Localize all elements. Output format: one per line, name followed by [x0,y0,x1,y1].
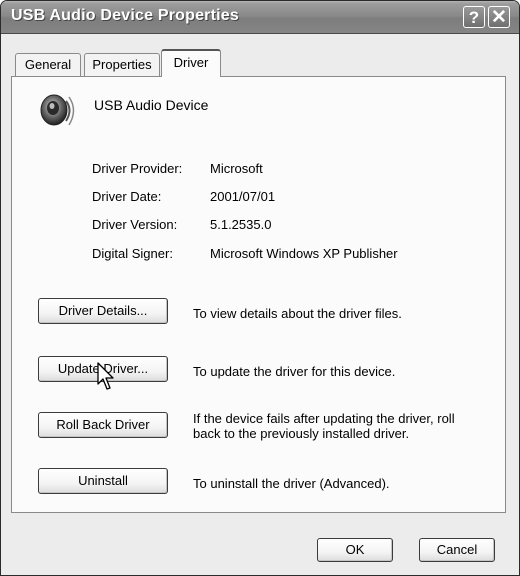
cancel-button[interactable]: Cancel [419,538,495,562]
mouse-cursor-icon [97,362,114,390]
driver-details-description: To view details about the driver files. [193,306,402,321]
device-name: USB Audio Device [94,97,209,113]
tab-driver[interactable]: Driver [161,49,221,77]
uninstall-description: To uninstall the driver (Advanced). [193,476,390,491]
ok-button[interactable]: OK [317,538,393,562]
window-title: USB Audio Device Properties [11,7,239,24]
title-bar[interactable]: USB Audio Device Properties ? ✕ [1,1,519,34]
tab-properties[interactable]: Properties [84,53,160,76]
close-button[interactable]: ✕ [488,6,510,28]
help-button[interactable]: ? [463,6,485,28]
roll-back-driver-button[interactable]: Roll Back Driver [38,412,168,438]
driver-version-value: 5.1.2535.0 [210,217,272,232]
driver-provider-label: Driver Provider: [92,161,183,176]
speaker-icon [40,94,75,126]
driver-provider-value: Microsoft [210,161,263,176]
roll-back-driver-description: If the device fails after updating the d… [193,411,455,441]
tab-general[interactable]: General [15,53,81,76]
driver-date-label: Driver Date: [92,189,162,204]
uninstall-button[interactable]: Uninstall [38,468,168,494]
digital-signer-value: Microsoft Windows XP Publisher [210,246,398,261]
driver-details-button[interactable]: Driver Details... [38,298,168,324]
driver-version-label: Driver Version: [92,217,178,232]
driver-date-value: 2001/07/01 [210,189,276,204]
update-driver-description: To update the driver for this device. [193,364,396,379]
properties-window: USB Audio Device Properties ? ✕ General … [0,0,520,576]
driver-tab-panel: USB Audio Device Driver Provider: Micros… [11,76,506,513]
digital-signer-label: Digital Signer: [92,246,173,261]
